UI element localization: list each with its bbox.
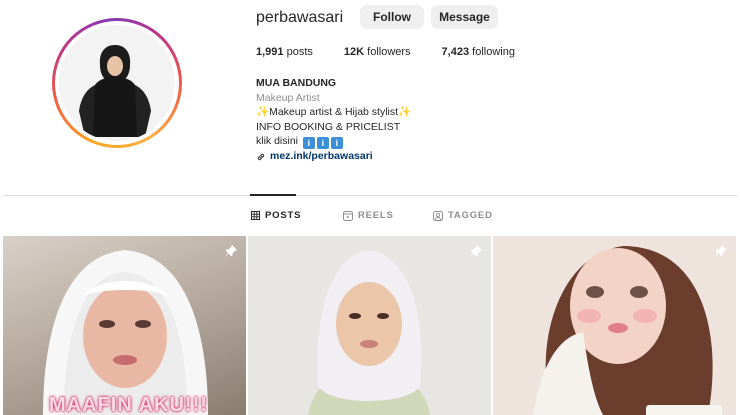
post-tile[interactable] [248, 236, 491, 415]
post-photo [493, 236, 736, 415]
info-icon: i [316, 137, 329, 150]
profile-stats: 1,991 posts 12K followers 7,423 followin… [256, 46, 546, 58]
post-overlay-text: MAAFIN AKU!!! [49, 394, 208, 415]
sparkles-icon: ✨ [398, 106, 412, 119]
bio-line-3: klik disini iii [256, 134, 411, 150]
post-tile[interactable] [493, 236, 736, 415]
message-button[interactable]: Message [431, 5, 498, 29]
follow-button[interactable]: Follow [360, 5, 424, 29]
tagged-icon [433, 210, 443, 221]
post-tile[interactable]: MAAFIN AKU!!! [3, 236, 246, 415]
followers-label: followers [367, 46, 411, 58]
bio-line-1: ✨Makeup artist & Hijab stylist✨ [256, 106, 412, 119]
following-stat[interactable]: 7,423 following [442, 46, 515, 58]
info-icon: i [330, 137, 343, 150]
pin-icon [470, 245, 482, 257]
tab-tagged-label: TAGGED [448, 210, 493, 221]
reels-icon [343, 210, 353, 221]
tab-reels[interactable]: REELS [343, 210, 394, 221]
grid-icon [251, 211, 260, 220]
sparkles-icon: ✨ [256, 106, 270, 119]
info-icon: i [302, 137, 315, 150]
post-photo [248, 236, 491, 415]
following-count: 7,423 [441, 46, 470, 58]
tabs-divider [3, 195, 737, 196]
posts-count: 1,991 [256, 46, 284, 58]
pin-icon [715, 245, 727, 257]
profile-tabs: POSTS REELS TAGGED [0, 210, 740, 224]
tab-reels-label: REELS [358, 210, 394, 221]
post-caption-strip [646, 405, 722, 415]
followers-stat[interactable]: 12K followers [344, 46, 411, 58]
active-tab-indicator [250, 194, 296, 196]
avatar [59, 25, 175, 141]
profile-avatar-ring[interactable] [52, 18, 182, 148]
posts-stat: 1,991 posts [256, 46, 313, 58]
bio-line-2: INFO BOOKING & PRICELIST [256, 120, 401, 133]
tab-posts[interactable]: POSTS [251, 210, 301, 221]
link-icon [257, 153, 265, 160]
tab-tagged[interactable]: TAGGED [433, 210, 493, 221]
tab-posts-label: POSTS [265, 210, 302, 221]
bio-category: Makeup Artist [256, 91, 320, 104]
following-label: following [472, 46, 515, 58]
followers-count: 12K [343, 46, 365, 58]
profile-username: perbawasari [256, 9, 344, 26]
posts-label: posts [286, 46, 313, 58]
post-photo [43, 250, 208, 415]
bio-name: MUA BANDUNG [256, 77, 337, 89]
profile-bio: MUA BANDUNG Makeup Artist ✨Makeup artist… [256, 76, 411, 164]
pin-icon [225, 245, 237, 257]
bio-link[interactable]: mez.ink/perbawasari [256, 149, 411, 164]
